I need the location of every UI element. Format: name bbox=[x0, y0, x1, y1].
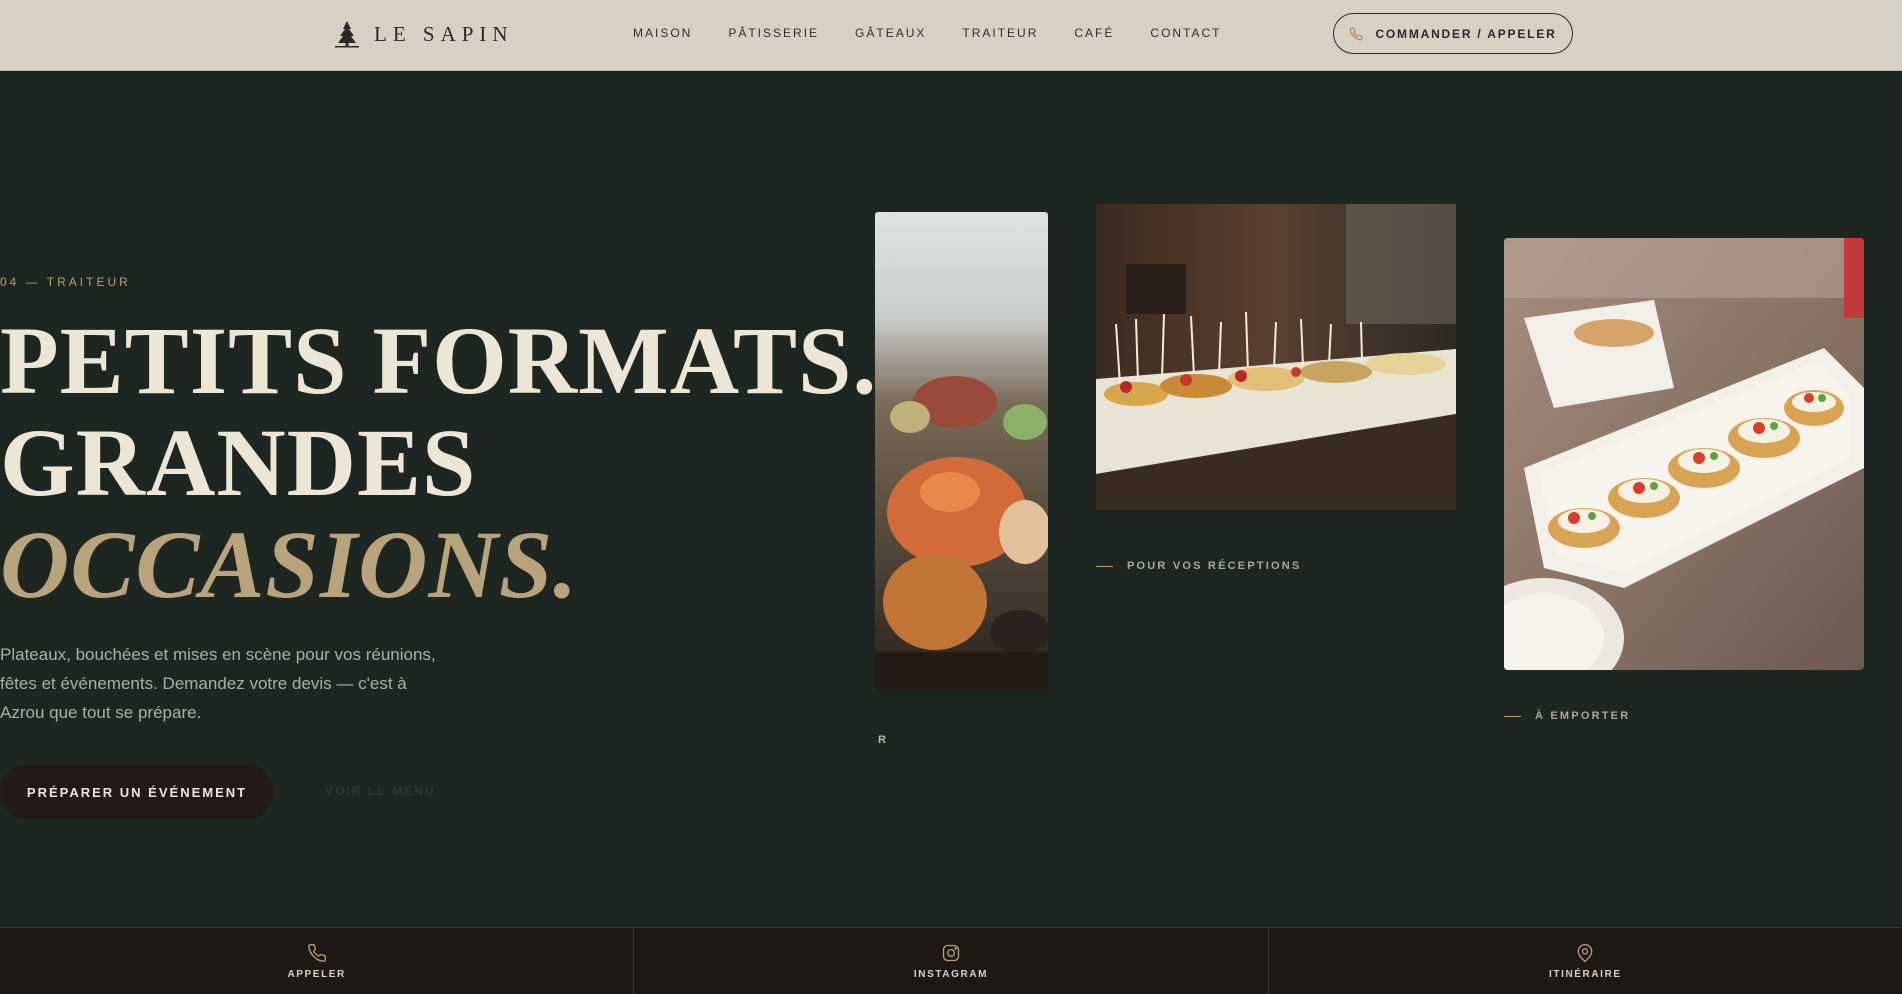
mobile-action-bar: APPELER INSTAGRAM ITINÉRAIRE bbox=[0, 927, 1902, 994]
nav-contact[interactable]: CONTACT bbox=[1150, 26, 1221, 40]
order-call-label: COMMANDER / APPELER bbox=[1375, 26, 1557, 41]
instagram-action[interactable]: INSTAGRAM bbox=[634, 928, 1269, 994]
nav-traiteur[interactable]: TRAITEUR bbox=[962, 26, 1038, 40]
phone-icon bbox=[1350, 27, 1363, 40]
hero-headline: PETITS FORMATS. GRANDES OCCASIONS. bbox=[0, 310, 877, 616]
caption-photo-1: R bbox=[878, 734, 888, 746]
nav-cafe[interactable]: CAFÉ bbox=[1074, 26, 1114, 40]
view-menu-link[interactable]: VOIR LE MENU bbox=[325, 784, 436, 798]
logo[interactable]: LE SAPIN bbox=[334, 20, 514, 48]
plan-event-button[interactable]: PRÉPARER UN ÉVÉNEMENT bbox=[0, 765, 274, 819]
nav-patisserie[interactable]: PÂTISSERIE bbox=[728, 26, 819, 40]
section-eyebrow: 04 — TRAITEUR bbox=[0, 275, 131, 289]
logo-text: LE SAPIN bbox=[374, 21, 514, 46]
directions-action[interactable]: ITINÉRAIRE bbox=[1269, 928, 1902, 994]
hero-intro: Plateaux, bouchées et mises en scène pou… bbox=[0, 645, 436, 722]
caption-dash bbox=[1096, 565, 1113, 567]
caption-photo-3: À EMPORTER bbox=[1504, 710, 1630, 722]
photo-bruschetta-platter bbox=[1504, 238, 1864, 670]
caption-photo-1-text: R bbox=[878, 734, 889, 746]
main-nav: MAISON PÂTISSERIE GÂTEAUX TRAITEUR CAFÉ … bbox=[633, 26, 1258, 40]
caption-photo-2: POUR VOS RÉCEPTIONS bbox=[1096, 560, 1301, 572]
caption-photo-3-text: À EMPORTER bbox=[1535, 710, 1631, 722]
call-label: APPELER bbox=[287, 968, 346, 980]
nav-gateaux[interactable]: GÂTEAUX bbox=[855, 26, 926, 40]
directions-label: ITINÉRAIRE bbox=[1548, 968, 1622, 980]
caption-dash bbox=[1504, 715, 1521, 717]
headline-line-2: GRANDES bbox=[0, 409, 477, 516]
instagram-icon bbox=[942, 944, 960, 961]
nav-maison[interactable]: MAISON bbox=[633, 26, 692, 40]
photo-pastries bbox=[875, 212, 1048, 691]
site-header: LE SAPIN MAISON PÂTISSERIE GÂTEAUX TRAIT… bbox=[0, 0, 1902, 71]
caption-photo-2-text: POUR VOS RÉCEPTIONS bbox=[1127, 560, 1302, 572]
headline-line-1: PETITS FORMATS. bbox=[0, 307, 878, 414]
fir-tree-icon bbox=[335, 21, 359, 48]
map-pin-icon bbox=[1577, 943, 1593, 962]
phone-icon bbox=[307, 943, 326, 962]
order-call-button[interactable]: COMMANDER / APPELER bbox=[1333, 13, 1573, 54]
instagram-label: INSTAGRAM bbox=[913, 968, 989, 980]
headline-line-3: OCCASIONS. bbox=[0, 511, 579, 618]
call-action[interactable]: APPELER bbox=[0, 928, 635, 994]
photo-canapes-buffet bbox=[1096, 204, 1456, 510]
